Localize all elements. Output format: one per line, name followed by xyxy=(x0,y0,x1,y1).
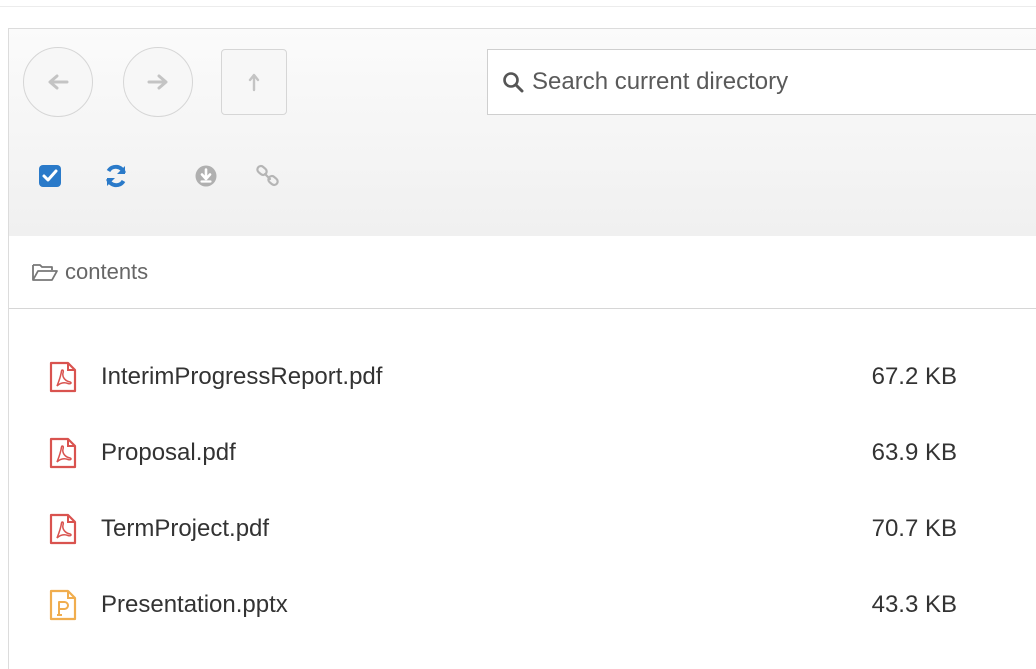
search-icon xyxy=(503,72,524,93)
select-all-checkbox[interactable] xyxy=(35,161,65,191)
file-row-interim-progress-report[interactable]: InterimProgressReport.pdf 67.2 KB xyxy=(9,339,1036,415)
file-size: 70.7 KB xyxy=(871,515,957,542)
search-input[interactable] xyxy=(530,67,1014,97)
file-size: 67.2 KB xyxy=(871,363,957,390)
back-button[interactable] xyxy=(23,47,93,117)
refresh-icon xyxy=(106,164,126,188)
download-button[interactable] xyxy=(191,161,221,191)
breadcrumb: contents xyxy=(9,236,1036,309)
file-size: 63.9 KB xyxy=(871,439,957,466)
file-row-proposal[interactable]: Proposal.pdf 63.9 KB xyxy=(9,415,1036,491)
pptx-file-icon xyxy=(49,589,77,621)
file-browser-panel: contents InterimProgressReport.pdf 67.2 … xyxy=(8,28,1036,669)
arrow-up-icon xyxy=(248,73,260,92)
pdf-file-icon xyxy=(49,513,77,545)
search-field[interactable] xyxy=(487,49,1036,115)
copy-link-button[interactable] xyxy=(253,161,283,191)
file-row-term-project[interactable]: TermProject.pdf 70.7 KB xyxy=(9,491,1036,567)
file-name[interactable]: Proposal.pdf xyxy=(101,439,236,467)
file-row-presentation[interactable]: Presentation.pptx 43.3 KB xyxy=(9,567,1036,643)
file-list: InterimProgressReport.pdf 67.2 KB Propos… xyxy=(9,339,1036,643)
pdf-file-icon xyxy=(49,437,77,469)
arrow-right-icon xyxy=(147,74,168,90)
download-icon xyxy=(195,165,217,187)
top-divider xyxy=(0,6,1036,7)
file-size: 43.3 KB xyxy=(871,591,957,618)
pdf-file-icon xyxy=(49,361,77,393)
link-icon xyxy=(256,164,279,187)
file-name[interactable]: InterimProgressReport.pdf xyxy=(101,363,382,391)
breadcrumb-item-contents[interactable]: contents xyxy=(65,259,148,285)
checkbox-icon xyxy=(39,165,61,187)
forward-button[interactable] xyxy=(123,47,193,117)
file-name[interactable]: TermProject.pdf xyxy=(101,515,269,543)
file-name[interactable]: Presentation.pptx xyxy=(101,591,288,619)
arrow-left-icon xyxy=(48,74,69,90)
folder-open-icon xyxy=(32,264,58,281)
refresh-button[interactable] xyxy=(101,161,131,191)
toolbar xyxy=(9,29,1036,237)
up-directory-button[interactable] xyxy=(221,49,287,115)
